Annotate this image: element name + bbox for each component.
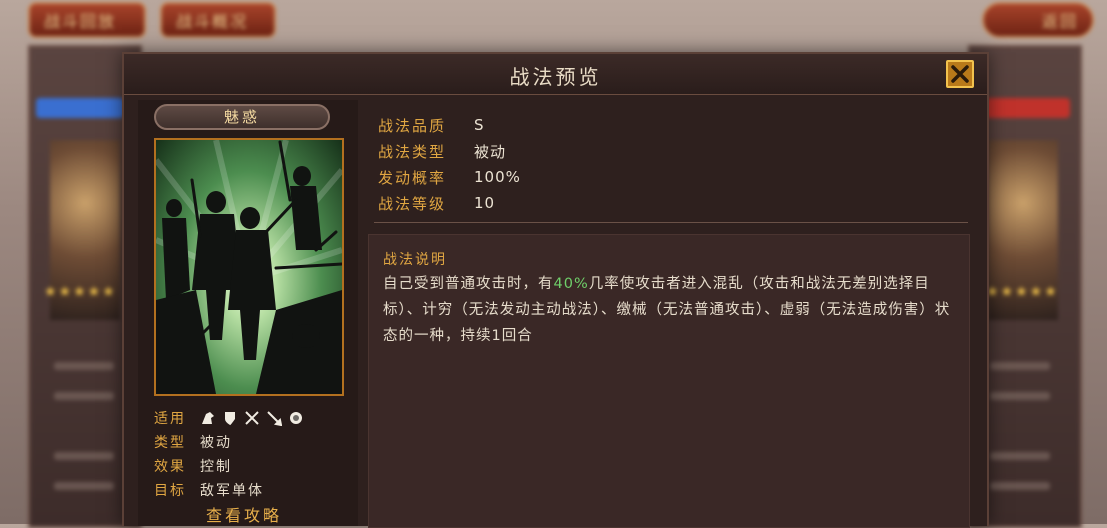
- spear-icon: [266, 410, 283, 427]
- stat-value: S: [474, 116, 485, 134]
- tactic-artwork: [154, 138, 344, 396]
- type-row: 类型 被动: [154, 430, 354, 454]
- left-stat-row: [54, 482, 114, 490]
- activation-rate-row: 发动概率 100%: [378, 164, 958, 190]
- stats-divider: [374, 222, 968, 223]
- description-title: 战法说明: [383, 252, 447, 268]
- right-stat-row: [990, 482, 1050, 490]
- tactic-info-list: 适用 类型 被动 效果 控制 目标 敌军单体: [154, 406, 354, 502]
- description-before: 自己受到普通攻击时，有: [383, 276, 554, 292]
- applicable-units-row: 适用: [154, 406, 354, 430]
- tactic-description-box: 战法说明 自己受到普通攻击时，有40%几率使攻击者进入混乱（攻击和战法无差别选择…: [368, 234, 970, 528]
- info-key: 适用: [154, 411, 186, 427]
- info-key: 类型: [154, 435, 186, 451]
- left-stat-row: [54, 392, 114, 400]
- dialog-header: 战法预览: [124, 54, 987, 95]
- level-row: 战法等级 10: [378, 190, 958, 216]
- type-row: 战法类型 被动: [378, 138, 958, 164]
- stat-key: 战法类型: [378, 142, 447, 161]
- tactic-card: 魅惑 适用 类型 被动 效果 控制 目标 敌军单体 查看攻略: [138, 100, 358, 526]
- cavalry-icon: [200, 410, 216, 426]
- siege-icon: [288, 410, 304, 426]
- left-stat-row: [54, 452, 114, 460]
- left-army-banner: [36, 98, 124, 118]
- description-probability: 40%: [553, 276, 589, 292]
- battle-overview-tab[interactable]: 战斗概况: [160, 2, 276, 38]
- left-rank-stars: ★★★★★: [44, 284, 117, 300]
- target-row: 目标 敌军单体: [154, 478, 354, 502]
- view-strategy-link[interactable]: 查看攻略: [206, 502, 282, 526]
- effect-row: 效果 控制: [154, 454, 354, 478]
- return-button[interactable]: 返回: [982, 2, 1094, 38]
- shield-icon: [222, 410, 238, 426]
- stat-value: 10: [474, 194, 496, 212]
- description-text: 自己受到普通攻击时，有40%几率使攻击者进入混乱（攻击和战法无差别选择目标）、计…: [383, 271, 953, 349]
- close-icon: [951, 65, 969, 83]
- close-button[interactable]: [946, 60, 974, 88]
- stat-key: 战法品质: [378, 116, 447, 135]
- unit-type-icons: [200, 410, 304, 427]
- crossed-swords-icon: [244, 410, 260, 426]
- info-value: 敌军单体: [200, 483, 264, 499]
- tactic-preview-dialog: 战法预览 魅惑 适用 类型 被动 效果 控制 目标 敌军单体 查看攻略 战法品质…: [122, 52, 989, 528]
- right-army-banner: [984, 98, 1070, 118]
- dialog-title: 战法预览: [509, 65, 602, 89]
- info-value: 控制: [200, 459, 232, 475]
- stat-key: 战法等级: [378, 194, 447, 213]
- stat-value: 被动: [474, 142, 507, 161]
- stat-key: 发动概率: [378, 168, 447, 187]
- info-value: 被动: [200, 435, 232, 451]
- right-rank-stars: ★★★★★: [986, 284, 1059, 300]
- stat-value: 100%: [474, 168, 521, 186]
- tactic-stats: 战法品质 S 战法类型 被动 发动概率 100% 战法等级 10: [378, 112, 958, 216]
- quality-row: 战法品质 S: [378, 112, 958, 138]
- right-stat-row: [990, 362, 1050, 370]
- tactic-name: 魅惑: [154, 104, 330, 130]
- info-key: 效果: [154, 459, 186, 475]
- warrior-silhouettes-image: [156, 140, 342, 394]
- right-stat-row: [990, 392, 1050, 400]
- info-key: 目标: [154, 483, 186, 499]
- left-stat-row: [54, 362, 114, 370]
- right-stat-row: [990, 452, 1050, 460]
- battle-replay-tab[interactable]: 战斗回放: [28, 2, 146, 38]
